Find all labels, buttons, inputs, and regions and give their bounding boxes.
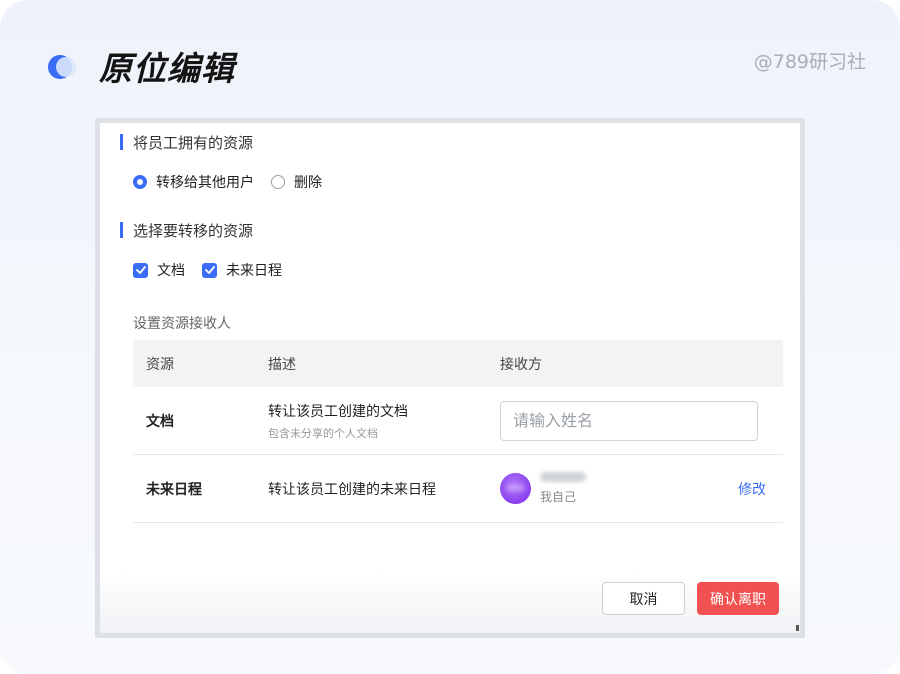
page-title: 原位编辑 bbox=[99, 49, 235, 88]
checkbox-documents-label: 文档 bbox=[157, 263, 185, 279]
confirm-offboarding-button[interactable]: 确认离职 bbox=[697, 582, 779, 615]
table-row: 未来日程 转让该员工创建的未来日程 我自己 修改 bbox=[133, 455, 783, 523]
radio-group-resource-action: 转移给其他用户 删除 bbox=[133, 172, 339, 192]
column-header-description: 描述 bbox=[268, 356, 296, 373]
radio-transfer-label: 转移给其他用户 bbox=[156, 175, 254, 191]
radio-delete[interactable]: 删除 bbox=[271, 172, 322, 192]
description-sub: 包含未分享的个人文档 bbox=[268, 426, 378, 440]
radio-checked-icon[interactable] bbox=[133, 175, 147, 189]
offboarding-panel: 将员工拥有的资源 转移给其他用户 删除 选择要转移的资源 文档 未来日程 设置资… bbox=[100, 123, 800, 633]
footer-background bbox=[100, 573, 800, 633]
resource-name: 文档 bbox=[146, 413, 174, 430]
resize-handle bbox=[796, 625, 799, 631]
avatar bbox=[500, 473, 531, 504]
table-header: 资源 描述 接收方 bbox=[133, 340, 783, 387]
edit-recipient-link[interactable]: 修改 bbox=[738, 479, 766, 499]
checkbox-future-schedule-label: 未来日程 bbox=[226, 263, 282, 279]
radio-delete-label: 删除 bbox=[294, 175, 322, 191]
blurred-user-name bbox=[540, 472, 586, 482]
column-header-recipient: 接收方 bbox=[500, 356, 542, 373]
logo-icon bbox=[48, 55, 76, 79]
resource-description: 转让该员工创建的未来日程 bbox=[268, 481, 436, 498]
presentation-card: 原位编辑 @789研习社 将员工拥有的资源 转移给其他用户 删除 选择要转移的资… bbox=[0, 0, 900, 674]
checkbox-checked-icon[interactable] bbox=[202, 262, 217, 278]
cancel-button[interactable]: 取消 bbox=[602, 582, 685, 615]
watermark: @789研习社 bbox=[753, 51, 866, 73]
checkbox-checked-icon[interactable] bbox=[133, 262, 148, 278]
column-header-resource: 资源 bbox=[146, 356, 174, 373]
recipient-info: 我自己 bbox=[540, 472, 586, 505]
recipient-cell: 我自己 修改 bbox=[500, 472, 783, 505]
description-main: 转让该员工创建的文档 bbox=[268, 403, 408, 420]
recipient-cell bbox=[500, 400, 783, 441]
checkbox-documents[interactable]: 文档 bbox=[133, 260, 185, 280]
table-row: 文档 转让该员工创建的文档 包含未分享的个人文档 bbox=[133, 387, 783, 455]
resource-name: 未来日程 bbox=[146, 481, 202, 498]
recipient-section-label: 设置资源接收人 bbox=[133, 316, 231, 332]
recipient-name-input[interactable] bbox=[500, 400, 758, 441]
section-title-owned-resources: 将员工拥有的资源 bbox=[120, 132, 253, 153]
radio-transfer[interactable]: 转移给其他用户 bbox=[133, 172, 254, 192]
section-title-select-resources: 选择要转移的资源 bbox=[120, 220, 253, 241]
checkbox-future-schedule[interactable]: 未来日程 bbox=[202, 260, 282, 280]
checkbox-group-resources: 文档 未来日程 bbox=[133, 260, 299, 280]
recipient-table: 资源 描述 接收方 文档 转让该员工创建的文档 包含未分享的个人文档 未来日程 … bbox=[133, 340, 783, 523]
resource-description: 转让该员工创建的文档 包含未分享的个人文档 bbox=[268, 401, 500, 441]
recipient-sub-label: 我自己 bbox=[540, 490, 577, 504]
radio-unchecked-icon[interactable] bbox=[271, 175, 285, 189]
